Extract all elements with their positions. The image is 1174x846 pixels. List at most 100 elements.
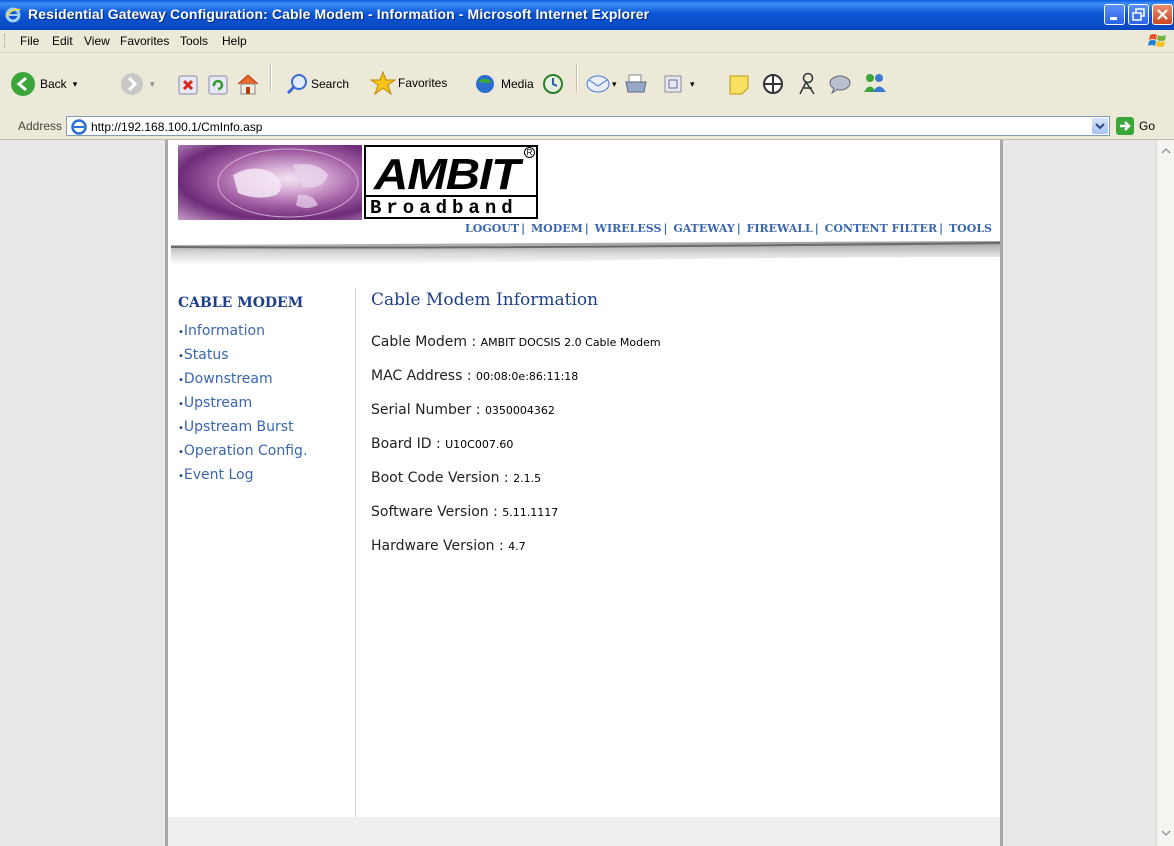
go-button[interactable]: Go [1116, 117, 1155, 135]
menu-file[interactable]: File [20, 34, 39, 48]
nav-firewall[interactable]: FIREWALL [747, 222, 813, 235]
info-value: 0350004362 [484, 404, 555, 417]
ambit-logo: AMBIT R Broadband [364, 145, 538, 219]
logo-brand: AMBIT [374, 150, 520, 199]
back-dropdown-icon[interactable]: ▾ [73, 79, 78, 90]
internet-explorer-icon [5, 7, 21, 23]
info-label: Cable Modem : [371, 334, 477, 350]
main-content: Cable Modem Information Cable Modem : AM… [371, 290, 991, 572]
edit-dropdown-icon[interactable]: ▾ [690, 79, 695, 90]
scroll-down-icon[interactable] [1160, 828, 1172, 838]
note-icon [729, 75, 749, 95]
sidebar-item-operation-config[interactable]: •Operation Config. [178, 441, 348, 465]
info-row-cable-modem: Cable Modem : AMBIT DOCSIS 2.0 Cable Mod… [371, 334, 991, 368]
forward-button[interactable]: ▾ [120, 72, 155, 96]
page-container: AMBIT R Broadband LOGOUT | MODEM | WIRELES… [165, 140, 1003, 846]
page-icon [71, 119, 87, 135]
search-icon [286, 74, 307, 95]
toolbar: Back ▾ ▾ Search Favorites Media ▾ ▾ [0, 53, 1174, 114]
menu-view[interactable]: View [84, 34, 110, 48]
forward-dropdown-icon[interactable]: ▾ [150, 79, 155, 90]
page-viewport: AMBIT R Broadband LOGOUT | MODEM | WIRELES… [0, 140, 1156, 846]
back-button[interactable]: Back ▾ [10, 71, 77, 97]
address-dropdown-button[interactable] [1092, 118, 1108, 134]
sidebar-item-downstream[interactable]: •Downstream [178, 369, 348, 393]
favorites-button[interactable]: Favorites [370, 71, 447, 95]
info-value: AMBIT DOCSIS 2.0 Cable Modem [480, 336, 661, 349]
nav-logout[interactable]: LOGOUT [465, 222, 519, 235]
chat-button[interactable] [828, 74, 852, 94]
info-row-hardware-version: Hardware Version : 4.7 [371, 538, 991, 572]
info-value: U10C007.60 [445, 438, 514, 451]
nav-content-filter[interactable]: CONTENT FILTER [825, 222, 938, 235]
vertical-scrollbar[interactable] [1156, 140, 1174, 846]
go-arrow-icon [1116, 117, 1134, 135]
menu-tools[interactable]: Tools [180, 34, 208, 48]
messenger-button[interactable] [796, 72, 818, 96]
refresh-icon [208, 75, 228, 95]
mail-dropdown-icon[interactable]: ▾ [612, 79, 617, 90]
toolbar-separator [576, 64, 578, 92]
media-icon [476, 75, 494, 93]
info-value: 2.1.5 [513, 472, 542, 485]
back-label: Back [40, 77, 67, 91]
windows-logo-icon [1148, 34, 1166, 47]
menu-grip [4, 34, 7, 48]
info-label: Boot Code Version : [371, 470, 509, 486]
info-label: Board ID : [371, 436, 441, 452]
nav-gateway[interactable]: GATEWAY [673, 222, 734, 235]
favorites-label: Favorites [398, 76, 448, 90]
info-label: Serial Number : [371, 402, 481, 418]
contacts-button[interactable] [862, 72, 888, 94]
sidebar-item-information[interactable]: •Information [178, 321, 348, 345]
sidebar-item-label: Downstream [183, 371, 273, 387]
chat-bubble-icon [829, 75, 851, 94]
search-label: Search [311, 77, 350, 91]
sidebar-item-event-log[interactable]: •Event Log [178, 465, 348, 489]
info-row-serial-number: Serial Number : 0350004362 [371, 402, 991, 436]
go-label: Go [1139, 119, 1156, 133]
info-label: Hardware Version : [371, 538, 504, 554]
restore-button[interactable] [1128, 4, 1149, 25]
history-button[interactable] [542, 73, 564, 95]
stop-icon [178, 75, 198, 95]
nav-wireless[interactable]: WIRELESS [595, 222, 662, 235]
media-button[interactable]: Media [474, 73, 534, 95]
address-bar: Address http://192.168.100.1/CmInfo.asp … [0, 113, 1174, 140]
stop-button[interactable] [178, 75, 198, 95]
home-button[interactable] [236, 73, 260, 95]
minimize-icon [1110, 17, 1117, 20]
research-button[interactable] [762, 73, 784, 95]
contacts-icon [864, 74, 886, 92]
nav-tools[interactable]: TOOLS [949, 222, 992, 235]
media-label: Media [501, 77, 534, 91]
info-value: 4.7 [508, 540, 526, 553]
edit-button[interactable]: ▾ [664, 75, 695, 93]
sidebar-item-status[interactable]: •Status [178, 345, 348, 369]
scroll-up-icon[interactable] [1160, 146, 1172, 156]
info-label: MAC Address : [371, 368, 472, 384]
logo-tagline: Broadband [366, 195, 536, 219]
back-arrow-icon [11, 72, 35, 96]
nav-modem[interactable]: MODEM [531, 222, 583, 235]
menu-favorites[interactable]: Favorites [120, 34, 169, 48]
search-button[interactable]: Search [286, 73, 349, 95]
restore-icon [1132, 8, 1145, 21]
menu-bar: File Edit View Favorites Tools Help [0, 30, 1174, 53]
printer-icon [625, 74, 647, 93]
mail-button[interactable]: ▾ [586, 74, 617, 94]
title-bar[interactable]: Residential Gateway Configuration: Cable… [0, 0, 1174, 30]
minimize-button[interactable] [1104, 4, 1125, 25]
refresh-button[interactable] [208, 75, 228, 95]
sidebar-item-upstream[interactable]: •Upstream [178, 393, 348, 417]
info-value: 5.11.1117 [502, 506, 559, 519]
sidebar-item-upstream-burst[interactable]: •Upstream Burst [178, 417, 348, 441]
discuss-button[interactable] [728, 74, 750, 96]
address-input[interactable]: http://192.168.100.1/CmInfo.asp [66, 116, 1110, 136]
menu-edit[interactable]: Edit [52, 34, 73, 48]
menu-help[interactable]: Help [222, 34, 247, 48]
close-button[interactable] [1152, 4, 1173, 25]
column-divider [355, 288, 356, 828]
print-button[interactable] [624, 74, 648, 94]
info-row-mac-address: MAC Address : 00:08:0e:86:11:18 [371, 368, 991, 402]
